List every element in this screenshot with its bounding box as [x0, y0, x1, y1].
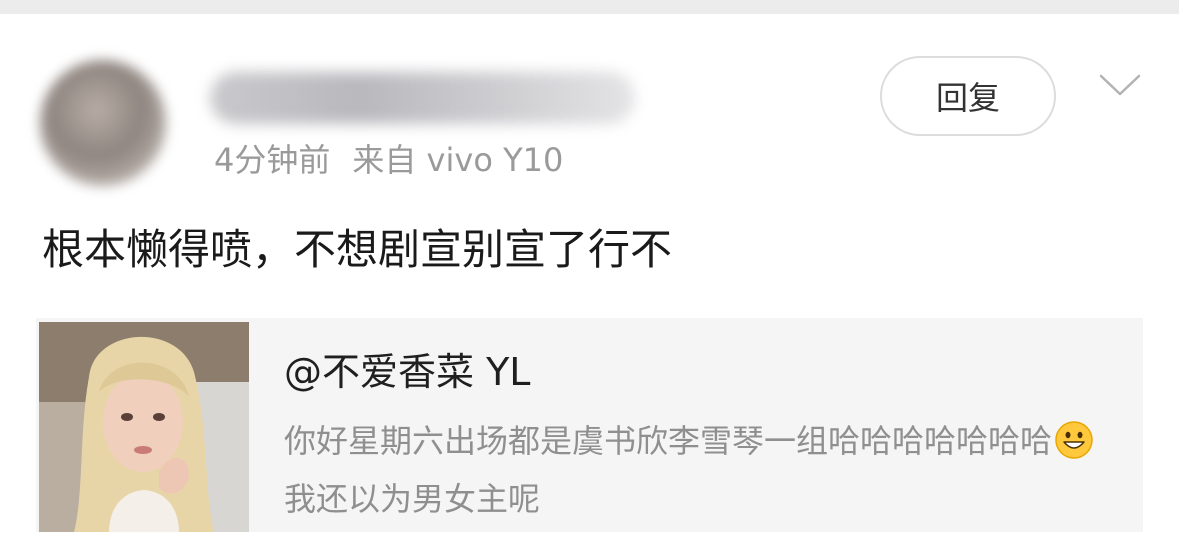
comment-meta: 4分钟前 来自 vivo Y10 — [214, 138, 563, 182]
quoted-post-thumbnail[interactable] — [39, 322, 249, 532]
top-divider — [0, 0, 1179, 14]
chevron-down-icon[interactable] — [1098, 70, 1142, 100]
quoted-post[interactable]: @不爱香菜 YL 你好星期六出场都是虞书欣李雪琴一组哈哈哈哈哈哈哈 我还以为男女… — [36, 318, 1143, 532]
quoted-post-text: 你好星期六出场都是虞书欣李雪琴一组哈哈哈哈哈哈哈 我还以为男女主呢 — [284, 412, 1114, 528]
reply-button-label: 回复 — [935, 79, 1000, 117]
quoted-post-text-part2: 我还以为男女主呢 — [284, 480, 541, 518]
portrait-image — [39, 322, 249, 532]
quoted-post-author[interactable]: @不爱香菜 YL — [284, 348, 530, 396]
grinning-face-icon — [1055, 421, 1093, 459]
username-blurred[interactable] — [210, 72, 635, 124]
comment-text: 根本懒得喷，不想剧宣别宣了行不 — [42, 225, 673, 274]
avatar[interactable] — [40, 60, 166, 186]
quoted-post-text-part1: 你好星期六出场都是虞书欣李雪琴一组哈哈哈哈哈哈哈 — [284, 422, 1053, 460]
comment-time: 4分钟前 — [214, 141, 331, 179]
reply-button[interactable]: 回复 — [880, 56, 1056, 136]
comment-source: 来自 vivo Y10 — [352, 141, 564, 179]
